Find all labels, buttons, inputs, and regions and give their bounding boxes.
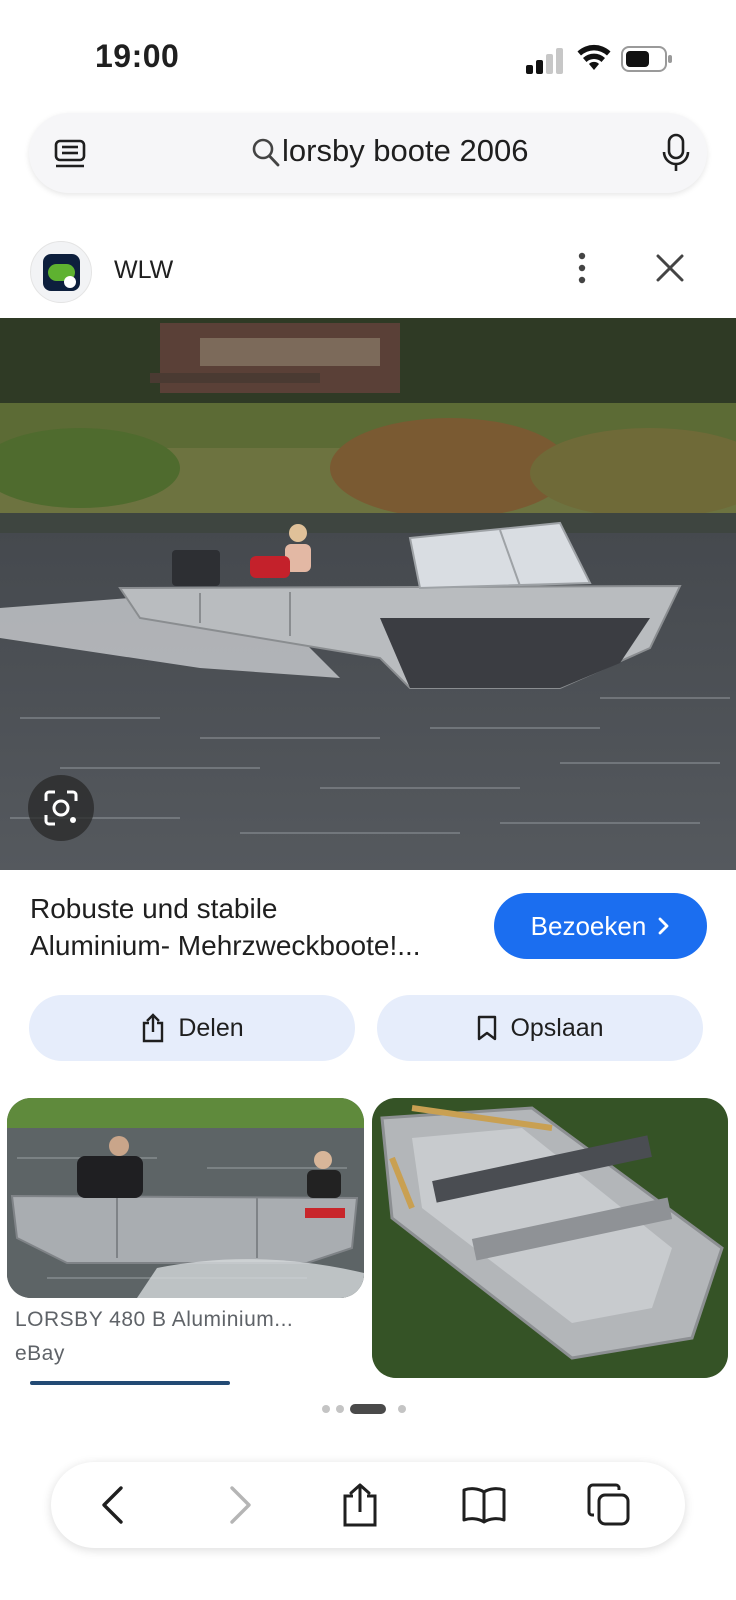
status-bar: 19:00 [0, 0, 736, 110]
save-label: Opslaan [510, 1013, 604, 1042]
search-bar[interactable]: lorsby boote 2006 [29, 113, 707, 193]
visit-label: Bezoeken [530, 910, 647, 941]
pager [322, 1402, 422, 1416]
result-caption[interactable]: Robuste und stabile Aluminium- Mehrzweck… [30, 890, 480, 964]
source-row: WLW [0, 236, 736, 306]
related-image-2[interactable] [372, 1098, 728, 1378]
pager-dot-2 [336, 1405, 344, 1413]
next-row-peek [30, 1381, 230, 1385]
caption-line-1: Robuste und stabile [30, 893, 278, 924]
main-image[interactable] [0, 318, 736, 870]
lens-icon[interactable] [53, 137, 87, 171]
camera-search-icon [44, 790, 78, 826]
bookmark-icon [478, 1015, 497, 1041]
tabs-icon[interactable] [586, 1482, 632, 1528]
related-source-1: eBay [15, 1342, 65, 1365]
wifi-icon [577, 44, 611, 70]
bookmarks-icon[interactable] [461, 1482, 507, 1528]
mic-icon[interactable] [661, 133, 691, 173]
status-time: 19:00 [95, 38, 180, 74]
related-title-1[interactable]: LORSBY 480 B Aluminium... [15, 1308, 360, 1332]
signal-icon [526, 48, 563, 74]
search-input[interactable]: lorsby boote 2006 [282, 133, 528, 169]
back-icon[interactable] [91, 1482, 137, 1528]
more-icon[interactable] [570, 250, 594, 286]
close-icon[interactable] [652, 250, 688, 286]
site-logo[interactable] [30, 241, 92, 303]
forward-icon[interactable] [216, 1482, 262, 1528]
visual-search-button[interactable] [28, 775, 94, 841]
save-button[interactable]: Opslaan [377, 995, 703, 1061]
browser-toolbar [51, 1462, 685, 1548]
site-name[interactable]: WLW [114, 256, 173, 285]
pager-dot-3-active [350, 1404, 386, 1414]
share-icon[interactable] [337, 1482, 383, 1528]
share-label: Delen [178, 1013, 244, 1042]
share-button[interactable]: Delen [29, 995, 355, 1061]
share-icon [143, 1013, 164, 1043]
caption-line-2: Aluminium- Mehrzweckboote!... [30, 930, 421, 961]
search-icon [252, 138, 280, 167]
chevron-right-icon [658, 917, 669, 935]
pager-dot-4 [398, 1405, 406, 1413]
related-image-1[interactable] [7, 1098, 364, 1298]
pager-dot-1 [322, 1405, 330, 1413]
battery-icon [621, 46, 672, 72]
visit-button[interactable]: Bezoeken [494, 893, 707, 959]
